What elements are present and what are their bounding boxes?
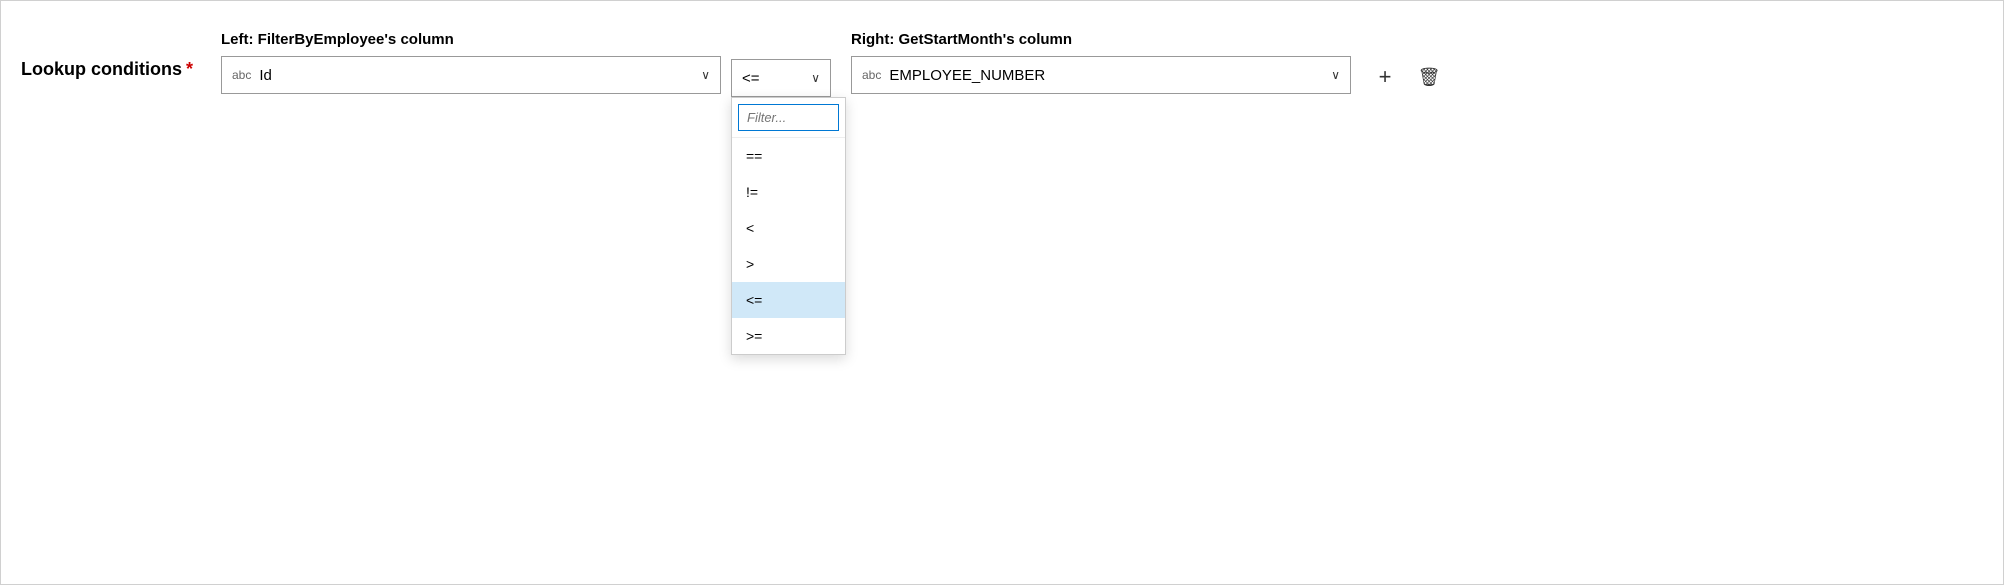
add-condition-button[interactable]: + bbox=[1367, 59, 1403, 95]
required-indicator: * bbox=[186, 59, 193, 80]
delete-condition-button[interactable]: 🗑 bbox=[1411, 59, 1447, 95]
operator-option-gte[interactable]: >= bbox=[732, 318, 845, 354]
operator-current-value: <= bbox=[742, 70, 805, 87]
right-column-header: Right: GetStartMonth's column bbox=[851, 31, 1351, 48]
right-column: Right: GetStartMonth's column abc EMPLOY… bbox=[851, 31, 1351, 94]
left-column: Left: FilterByEmployee's column abc Id ∨ bbox=[221, 31, 721, 94]
operator-dropdown[interactable]: <= ∨ bbox=[731, 59, 831, 97]
right-field-value: EMPLOYEE_NUMBER bbox=[889, 67, 1331, 84]
operator-chevron-icon: ∨ bbox=[811, 71, 820, 85]
right-column-dropdown[interactable]: abc EMPLOYEE_NUMBER ∨ bbox=[851, 56, 1351, 94]
columns-area: Left: FilterByEmployee's column abc Id ∨… bbox=[221, 31, 1983, 97]
operator-option-neq[interactable]: != bbox=[732, 174, 845, 210]
left-field-value: Id bbox=[259, 67, 701, 84]
lookup-conditions-panel: Lookup conditions * Left: FilterByEmploy… bbox=[0, 0, 2004, 585]
action-buttons: + 🗑 bbox=[1367, 59, 1447, 95]
operator-area: <= ∨ == != < > <= >= bbox=[731, 31, 831, 97]
left-column-header: Left: FilterByEmployee's column bbox=[221, 31, 721, 48]
operator-option-lt[interactable]: < bbox=[732, 210, 845, 246]
operator-filter-input[interactable] bbox=[738, 104, 839, 131]
left-column-dropdown[interactable]: abc Id ∨ bbox=[221, 56, 721, 94]
left-chevron-icon: ∨ bbox=[701, 68, 710, 82]
trash-icon: 🗑 bbox=[1418, 67, 1441, 88]
filter-input-container bbox=[732, 98, 845, 138]
right-chevron-icon: ∨ bbox=[1331, 68, 1340, 82]
operator-option-eq[interactable]: == bbox=[732, 138, 845, 174]
left-field-type: abc bbox=[232, 68, 251, 82]
operator-option-gt[interactable]: > bbox=[732, 246, 845, 282]
operator-option-lte[interactable]: <= bbox=[732, 282, 845, 318]
operator-popup: == != < > <= >= bbox=[731, 97, 846, 355]
right-field-type: abc bbox=[862, 68, 881, 82]
lookup-label-text: Lookup conditions bbox=[21, 59, 182, 80]
lookup-label: Lookup conditions * bbox=[21, 59, 221, 80]
